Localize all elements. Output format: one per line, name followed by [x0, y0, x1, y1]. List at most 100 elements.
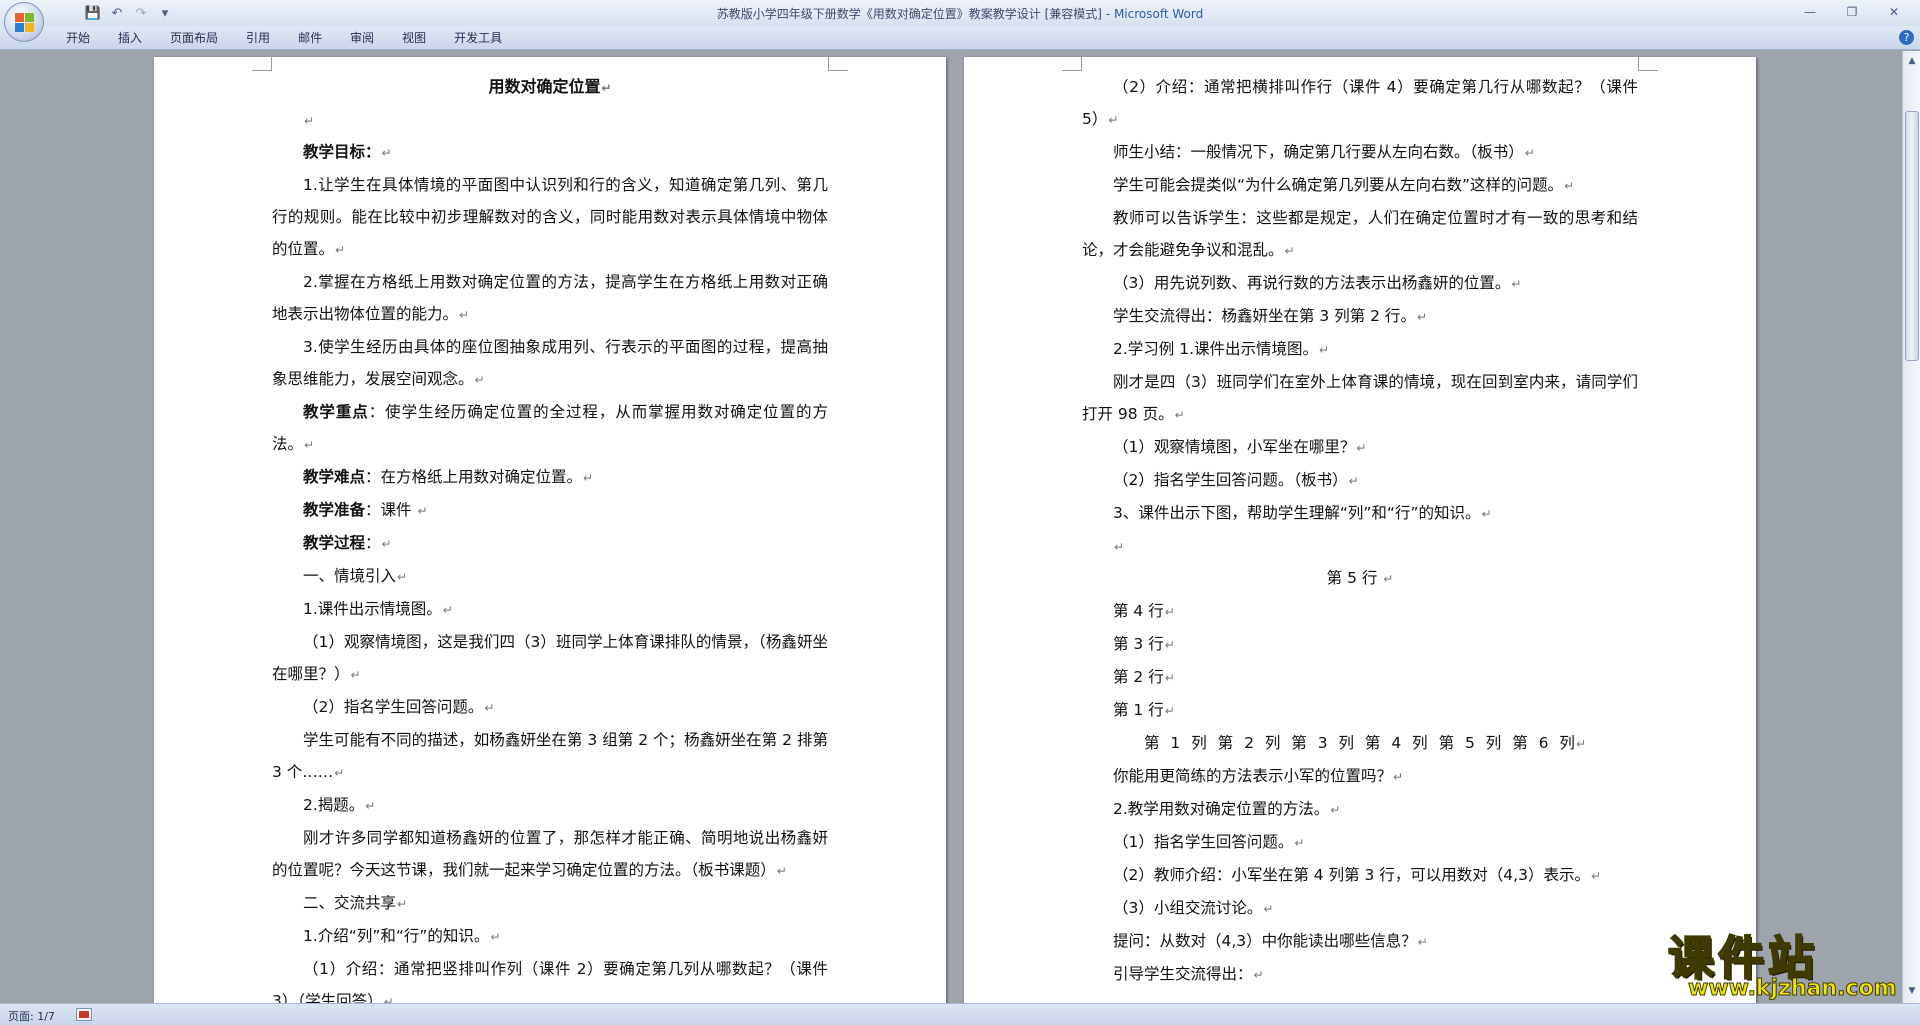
paragraph[interactable]: （1）指名学生回答问题。↵	[1082, 826, 1638, 859]
paragraph-mark-icon: ↵	[490, 930, 501, 944]
paragraph[interactable]: 一、情境引入↵	[272, 560, 828, 593]
paragraph-text: 1.介绍“列”和“行”的知识。	[303, 927, 490, 945]
office-logo-icon	[15, 13, 35, 33]
paragraph-mark-icon: ↵	[350, 668, 361, 682]
paragraph-text: （2）教师介绍：小军坐在第 4 列第 3 行，可以用数对（4,3）表示。	[1113, 866, 1590, 884]
tab-1[interactable]: 插入	[104, 30, 156, 46]
paragraph[interactable]: 引导学生交流得出：↵	[1082, 958, 1638, 991]
paragraph[interactable]: 2.揭题。↵	[272, 789, 828, 822]
title-bar: 💾 ↶ ↷ ▾ 苏教版小学四年级下册数学《用数对确定位置》教案教学设计 [兼容模…	[0, 0, 1920, 26]
page-right[interactable]: （2）介绍：通常把横排叫作行（课件 4）要确定第几行从哪数起？（课件 5）↵ 师生…	[964, 57, 1756, 1003]
paragraph[interactable]: 你能用更简练的方法表示小军的位置吗？↵	[1082, 760, 1638, 793]
paragraph[interactable]: 提问：从数对（4,3）中你能读出哪些信息？↵	[1082, 925, 1638, 958]
paragraph[interactable]: 第 5 行 ↵	[1082, 562, 1638, 595]
paragraph-text: 第 1 行	[1113, 701, 1164, 719]
paragraph-mark-icon: ↵	[474, 373, 485, 387]
paragraph[interactable]: 1.让学生在具体情境的平面图中认识列和行的含义，知道确定第几列、第几行的规则。能…	[272, 169, 828, 266]
paragraph[interactable]: 学生交流得出：杨鑫妍坐在第 3 列第 2 行。↵	[1082, 300, 1638, 333]
paragraph-mark-icon: ↵	[1564, 179, 1575, 193]
tab-4[interactable]: 邮件	[284, 30, 336, 46]
paragraph-text: 2.揭题。	[303, 796, 365, 814]
paragraph-text: 刚才是四（3）班同学们在室外上体育课的情境，现在回到室内来，请同学们打开 98 …	[1082, 373, 1638, 423]
paragraph[interactable]: 教学过程：↵	[272, 527, 828, 560]
help-icon[interactable]: ?	[1899, 30, 1914, 45]
paragraph[interactable]: 第 4 行↵	[1082, 595, 1638, 628]
paragraph[interactable]: 2.教学用数对确定位置的方法。↵	[1082, 793, 1638, 826]
paragraph[interactable]: 教学重点：使学生经历确定位置的全过程，从而掌握用数对确定位置的方法。↵	[272, 396, 828, 461]
paragraph-mark-icon: ↵	[1164, 671, 1175, 685]
paragraph-text: 刚才许多同学都知道杨鑫妍的位置了，那怎样才能正确、简明地说出杨鑫妍的位置呢？今天…	[272, 829, 828, 879]
paragraph[interactable]: 2.学习例 1.课件出示情境图。↵	[1082, 333, 1638, 366]
paragraph[interactable]: （1）观察情境图，这是我们四（3）班同学上体育课排队的情景，（杨鑫妍坐在哪里？）…	[272, 626, 828, 691]
page-number-status[interactable]: 页面: 1/7	[8, 1008, 55, 1024]
paragraph[interactable]: 刚才是四（3）班同学们在室外上体育课的情境，现在回到室内来，请同学们打开 98 …	[1082, 366, 1638, 431]
paragraph[interactable]: （2）介绍：通常把横排叫作行（课件 4）要确定第几行从哪数起？（课件 5）↵	[1082, 71, 1638, 136]
paragraph-text: （1）介绍：通常把竖排叫作列（课件 2）要确定第几列从哪数起？（课件 3）（学生…	[272, 960, 828, 1003]
paragraph[interactable]: （2）指名学生回答问题。↵	[272, 691, 828, 724]
paragraph[interactable]: 教学难点：在方格纸上用数对确定位置。↵	[272, 461, 828, 494]
tab-7[interactable]: 开发工具	[440, 30, 516, 46]
paragraph[interactable]: 3、课件出示下图，帮助学生理解“列”和“行”的知识。↵	[1082, 497, 1638, 530]
minimize-button[interactable]: —	[1790, 2, 1830, 22]
paragraph[interactable]: 教学目标：↵	[272, 136, 828, 169]
tab-2[interactable]: 页面布局	[156, 30, 232, 46]
page-left[interactable]: 用数对确定位置↵ ↵ 教学目标：↵ 1.让学生在具体情境的平面图中认识列和行的含义，知…	[154, 57, 946, 1003]
paragraph-mark-icon: ↵	[1590, 869, 1602, 883]
paragraph[interactable]: 第 1 行↵	[1082, 694, 1638, 727]
paragraph[interactable]: 3.使学生经历由具体的座位图抽象成用列、行表示的平面图的过程，提高抽象思维能力，…	[272, 331, 828, 396]
document-area[interactable]: 用数对确定位置↵ ↵ 教学目标：↵ 1.让学生在具体情境的平面图中认识列和行的含义，知…	[0, 51, 1902, 1003]
paragraph[interactable]: 二、交流共享↵	[272, 887, 828, 920]
tab-5[interactable]: 审阅	[336, 30, 388, 46]
paragraph[interactable]: ↵	[1082, 530, 1638, 562]
paragraph[interactable]: 教师可以告诉学生：这些都是规定，人们在确定位置时才有一致的思考和结论，才会能避免…	[1082, 202, 1638, 267]
paragraph[interactable]: 用数对确定位置↵	[272, 71, 828, 104]
paragraph-text: 3.使学生经历由具体的座位图抽象成用列、行表示的平面图的过程，提高抽象思维能力，…	[272, 338, 828, 388]
page-left-content[interactable]: 用数对确定位置↵ ↵ 教学目标：↵ 1.让学生在具体情境的平面图中认识列和行的含义，知…	[272, 71, 828, 1003]
paragraph[interactable]: 第 2 行↵	[1082, 661, 1638, 694]
paragraph-text: 你能用更简练的方法表示小军的位置吗？	[1113, 767, 1393, 785]
paragraph[interactable]: 教学准备：课件 ↵	[272, 494, 828, 527]
paragraph[interactable]: 第 1 列 第 2 列 第 3 列 第 4 列 第 5 列 第 6 列↵	[1082, 727, 1638, 760]
status-bar: 页面: 1/7	[0, 1003, 1920, 1025]
scroll-up-icon[interactable]: ▲	[1904, 53, 1920, 69]
paragraph[interactable]: 师生小结：一般情况下，确定第几行要从左向右数。（板书）↵	[1082, 136, 1638, 169]
paragraph-mark-icon: ↵	[484, 701, 495, 715]
paragraph[interactable]: 刚才许多同学都知道杨鑫妍的位置了，那怎样才能正确、简明地说出杨鑫妍的位置呢？今天…	[272, 822, 828, 887]
tab-3[interactable]: 引用	[232, 30, 284, 46]
paragraph-text: 第 4 行	[1113, 602, 1164, 620]
maximize-button[interactable]: ❐	[1832, 2, 1872, 22]
paragraph[interactable]: （1）观察情境图，小军坐在哪里？↵	[1082, 431, 1638, 464]
paragraph-text: ：课件	[365, 501, 417, 519]
paragraph[interactable]: 学生可能会提类似“为什么确定第几列要从左向右数”这样的问题。↵	[1082, 169, 1638, 202]
paragraph[interactable]: 第 3 行↵	[1082, 628, 1638, 661]
paragraph-mark-icon: ↵	[601, 81, 612, 95]
page-right-content[interactable]: （2）介绍：通常把横排叫作行（课件 4）要确定第几行从哪数起？（课件 5）↵ 师生…	[1082, 71, 1638, 991]
paragraph[interactable]: ↵	[272, 104, 828, 136]
paragraph[interactable]: 1.课件出示情境图。↵	[272, 593, 828, 626]
paragraph[interactable]: （2）指名学生回答问题。（板书）↵	[1082, 464, 1638, 497]
paragraph-text: ：	[365, 534, 381, 552]
margin-corner-mark	[252, 57, 272, 71]
paragraph-mark-icon: ↵	[1164, 605, 1175, 619]
paragraph[interactable]: （3）用先说列数、再说行数的方法表示出杨鑫妍的位置。↵	[1082, 267, 1638, 300]
paragraph-mark-icon: ↵	[417, 504, 428, 518]
vertical-scrollbar[interactable]: ▲ ▼	[1902, 51, 1920, 1003]
paragraph[interactable]: 2.掌握在方格纸上用数对确定位置的方法，提高学生在方格纸上用数对正确地表示出物体…	[272, 266, 828, 331]
office-button[interactable]	[4, 2, 44, 42]
paragraph[interactable]: （1）介绍：通常把竖排叫作列（课件 2）要确定第几列从哪数起？（课件 3）（学生…	[272, 953, 828, 1003]
paragraph[interactable]: （3）小组交流讨论。↵	[1082, 892, 1638, 925]
paragraph-text: 学生可能有不同的描述，如杨鑫妍坐在第 3 组第 2 个；杨鑫妍坐在第 2 排第 …	[272, 731, 828, 781]
paragraph-mark-icon: ↵	[1356, 441, 1367, 455]
proofing-icon[interactable]	[76, 1008, 92, 1021]
close-button[interactable]: ✕	[1874, 2, 1914, 22]
paragraph[interactable]: （2）教师介绍：小军坐在第 4 列第 3 行，可以用数对（4,3）表示。↵	[1082, 859, 1638, 892]
paragraph[interactable]: 学生可能有不同的描述，如杨鑫妍坐在第 3 组第 2 个；杨鑫妍坐在第 2 排第 …	[272, 724, 828, 789]
paragraph[interactable]: 1.介绍“列”和“行”的知识。↵	[272, 920, 828, 953]
paragraph-text: 二、交流共享	[303, 894, 397, 912]
tab-0[interactable]: 开始	[52, 30, 104, 46]
scrollbar-thumb[interactable]	[1905, 111, 1919, 361]
paragraph-text: （2）介绍：通常把横排叫作行（课件 4）要确定第几行从哪数起？（课件 5）	[1082, 78, 1638, 128]
tab-6[interactable]: 视图	[388, 30, 440, 46]
paragraph-mark-icon: ↵	[1575, 737, 1586, 751]
paragraph-mark-icon: ↵	[335, 243, 346, 257]
